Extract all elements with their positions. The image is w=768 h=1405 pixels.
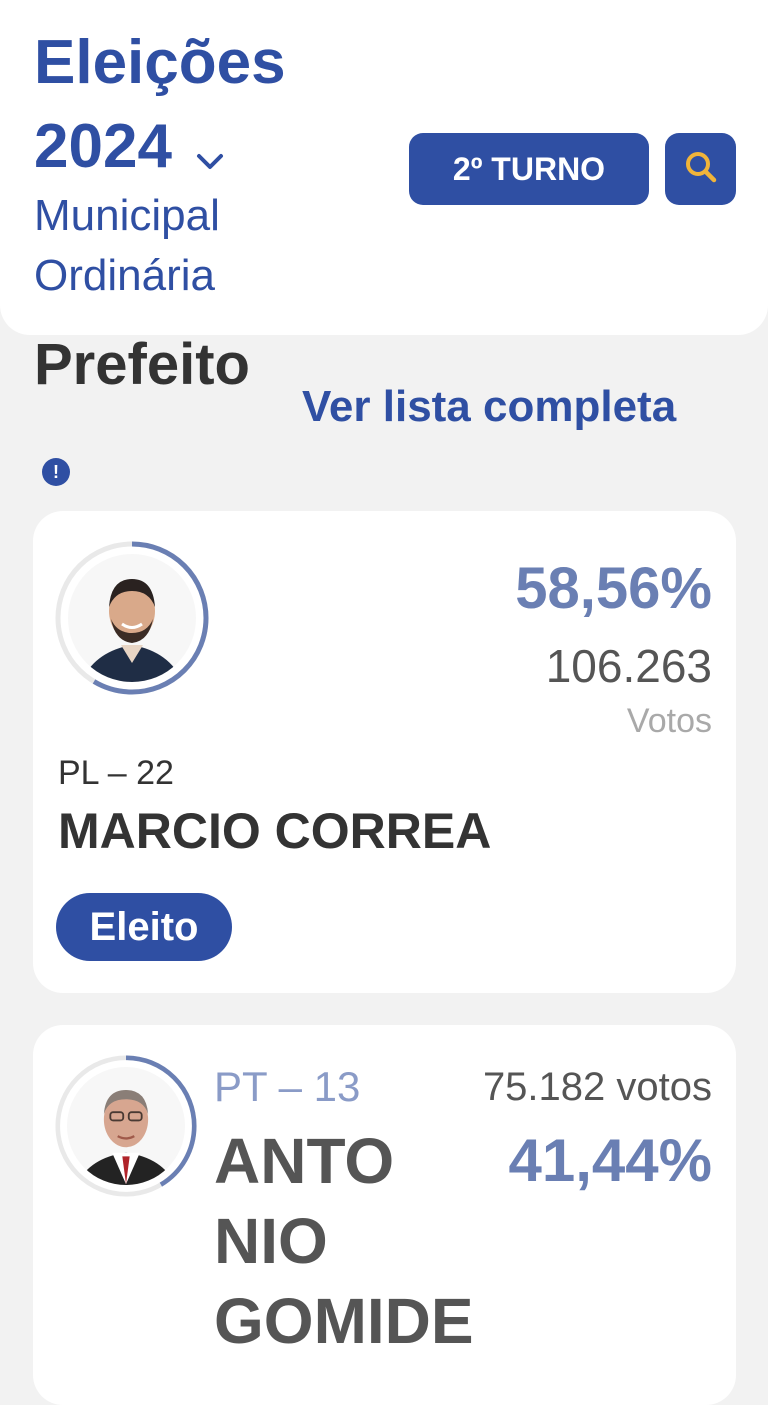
candidate-name: ANTO NIO GOMIDE — [214, 1121, 474, 1361]
info-icon[interactable]: ! — [42, 458, 70, 486]
election-year-selector[interactable]: 2024 — [34, 108, 224, 186]
chevron-down-icon[interactable] — [196, 116, 224, 186]
search-icon — [684, 150, 718, 189]
turno-button[interactable]: 2º TURNO — [409, 133, 649, 205]
vote-count: 106.263 — [545, 640, 712, 692]
section-title: Prefeito — [34, 332, 250, 397]
election-year: 2024 — [34, 112, 172, 181]
vote-percentage: 41,44% — [508, 1127, 713, 1194]
search-button[interactable] — [665, 133, 736, 205]
app-title: Eleições — [34, 28, 286, 97]
party-number: PT – 13 — [214, 1063, 361, 1110]
candidate-name-line: NIO — [214, 1205, 328, 1277]
candidate-card[interactable]: 58,56% 106.263 Votos PL – 22 MARCIO CORR… — [33, 511, 736, 993]
candidate-avatar — [55, 1055, 197, 1197]
election-type-line1: Municipal — [34, 191, 220, 240]
candidate-name-line: ANTO — [214, 1125, 395, 1197]
see-full-list-link[interactable]: Ver lista completa — [302, 380, 676, 434]
candidate-card[interactable]: PT – 13 75.182 votos ANTO NIO GOMIDE 41,… — [33, 1025, 736, 1405]
vote-count-label: Votos — [626, 702, 712, 740]
vote-count: 75.182 votos — [482, 1065, 712, 1109]
election-type-line2: Ordinária — [34, 251, 215, 300]
candidate-name-line: GOMIDE — [214, 1285, 474, 1357]
status-badge: Eleito — [56, 893, 232, 961]
candidate-avatar — [55, 541, 209, 695]
party-number: PL – 22 — [58, 754, 174, 792]
vote-percentage: 58,56% — [515, 556, 712, 621]
header: Eleições 2024 Municipal Ordinária 2º TUR… — [0, 0, 768, 335]
candidate-name: MARCIO CORREA — [58, 803, 492, 859]
